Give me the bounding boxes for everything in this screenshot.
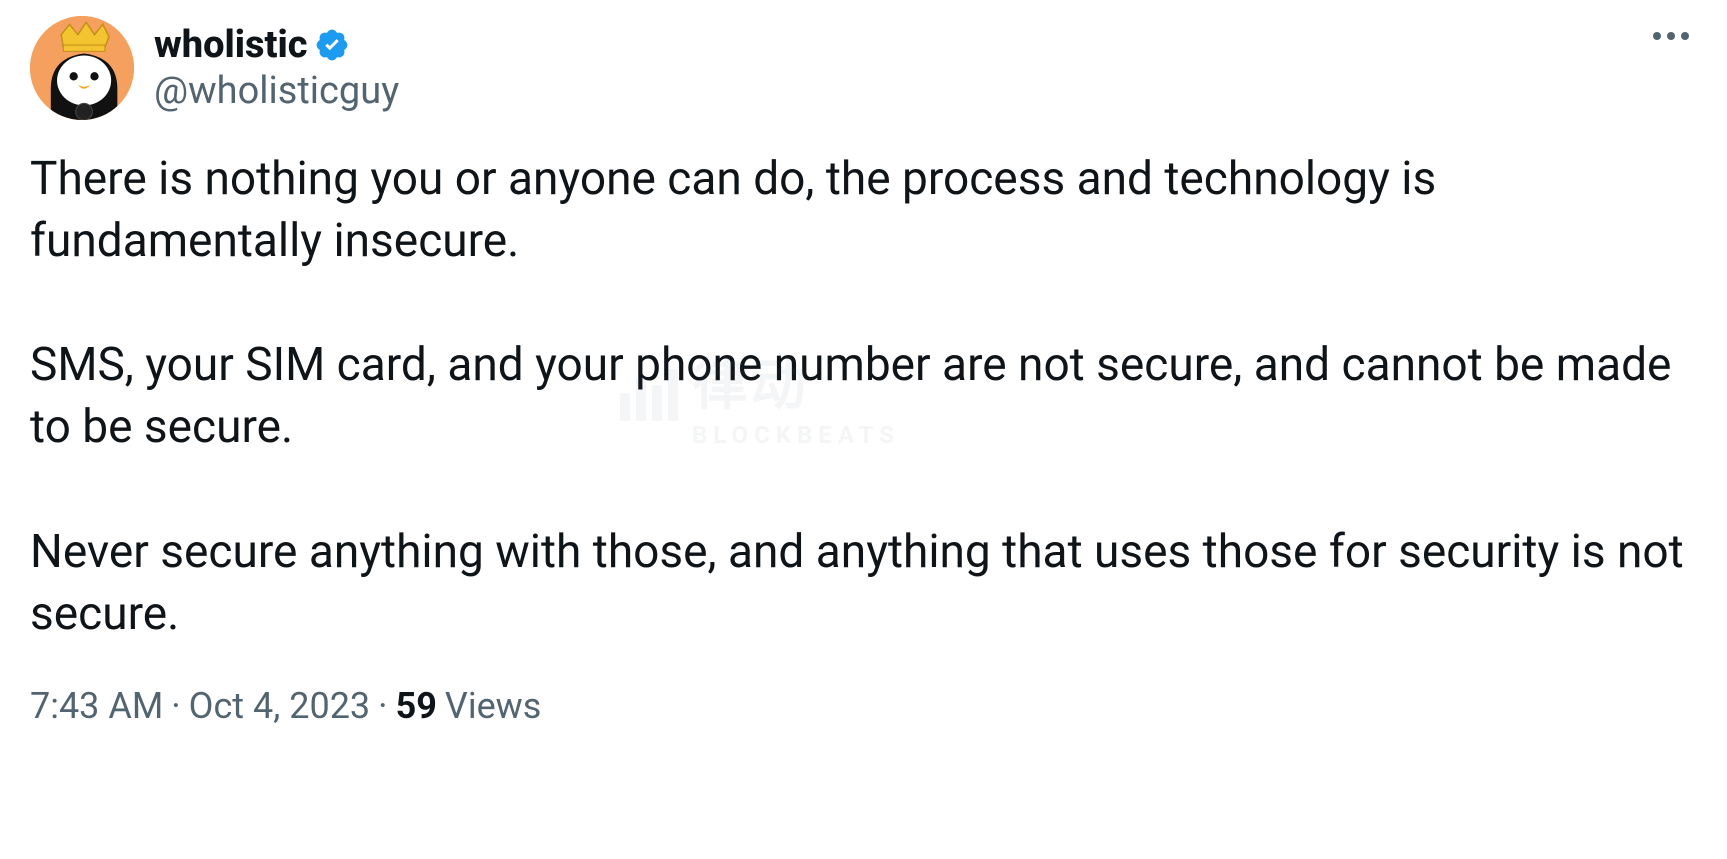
- tweet-paragraph: SMS, your SIM card, and your phone numbe…: [30, 338, 1683, 454]
- tweet-meta: 7:43 AM · Oct 4, 2023 · 59 Views: [30, 685, 1697, 727]
- header-left: wholistic @wholisticguy: [30, 16, 399, 120]
- views-count: 59: [396, 685, 437, 727]
- tweet-date[interactable]: Oct 4, 2023: [189, 685, 371, 727]
- verified-badge-icon: [314, 27, 350, 63]
- more-options-button[interactable]: [1645, 24, 1697, 48]
- user-info: wholistic @wholisticguy: [154, 23, 399, 113]
- avatar[interactable]: [30, 16, 134, 120]
- separator: ·: [378, 685, 387, 727]
- name-row: wholistic: [154, 23, 399, 67]
- views-label: Views: [445, 685, 541, 727]
- user-handle[interactable]: @wholisticguy: [154, 69, 399, 113]
- tweet-paragraph: Never secure anything with those, and an…: [30, 525, 1695, 641]
- tweet: wholistic @wholisticguy There is nothing…: [30, 16, 1697, 727]
- tweet-text: There is nothing you or anyone can do, t…: [30, 148, 1697, 645]
- tweet-time[interactable]: 7:43 AM: [30, 685, 163, 727]
- tweet-header: wholistic @wholisticguy: [30, 16, 1697, 120]
- separator: ·: [171, 685, 180, 727]
- tweet-paragraph: There is nothing you or anyone can do, t…: [30, 152, 1448, 268]
- display-name[interactable]: wholistic: [154, 23, 308, 67]
